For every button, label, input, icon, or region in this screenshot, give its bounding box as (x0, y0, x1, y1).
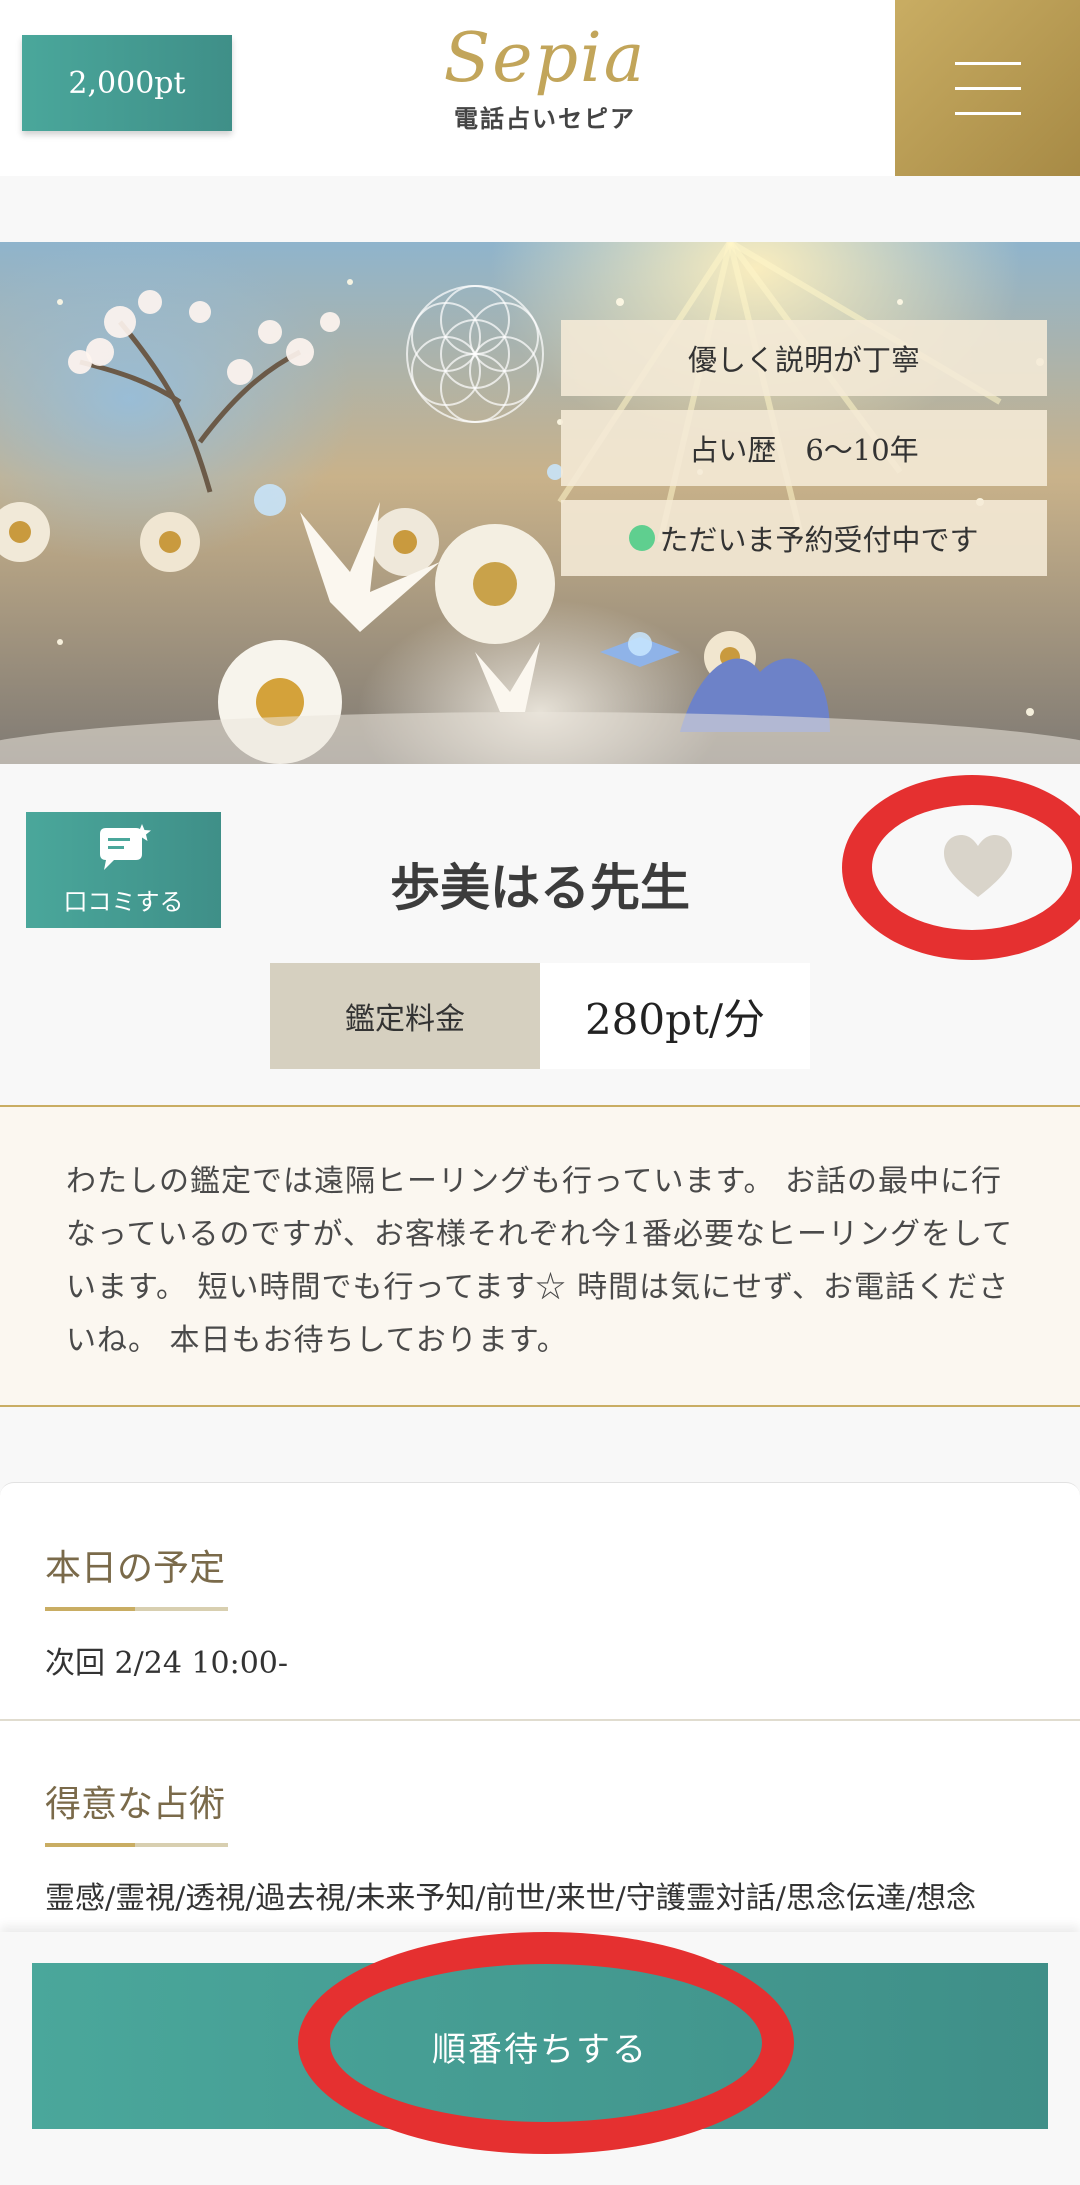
fee-label: 鑑定料金 (270, 963, 540, 1069)
status-text: ただいま予約受付中です (659, 523, 979, 557)
favorite-button[interactable] (842, 775, 1080, 960)
skills-underline (45, 1843, 228, 1847)
header: 2,000pt Sepia 電話占いセピア (0, 0, 1080, 176)
hero-image: 優しく説明が丁寧 占い歴 6〜10年 ただいま予約受付中です (0, 242, 1080, 764)
intro-text: わたしの鑑定では遠隔ヒーリングも行っています。 お話の最中に行なっているのですが… (0, 1105, 1080, 1407)
schedule-underline (45, 1607, 228, 1611)
skills-text: 霊感/霊視/透視/過去視/未来予知/前世/来世/守護霊対話/思念伝達/想念 (45, 1881, 976, 1916)
hero-tag-experience: 占い歴 6〜10年 (561, 410, 1047, 486)
review-button[interactable]: 口コミする (26, 812, 221, 928)
section-divider (0, 1719, 1080, 1721)
status-dot-icon (629, 525, 656, 551)
bottom-action-bar: 順番待ちする (0, 1932, 1080, 2185)
info-card: 本日の予定 次回 2/24 10:00- 得意な占術 霊感/霊視/透視/過去視/… (0, 1482, 1080, 2002)
logo[interactable]: Sepia 電話占いセピア (440, 14, 650, 154)
menu-line-icon (954, 111, 1021, 115)
teacher-name: 歩美はる先生 (390, 858, 690, 917)
heart-icon[interactable] (942, 833, 1014, 899)
fee-value: 280pt/分 (540, 963, 810, 1069)
fee-box: 鑑定料金 280pt/分 (270, 963, 810, 1069)
schedule-next: 次回 2/24 10:00- (45, 1646, 289, 1681)
page: 2,000pt Sepia 電話占いセピア 優しく説明が丁寧 占い歴 6〜10年… (0, 0, 1080, 2185)
menu-line-icon (954, 86, 1021, 90)
points-balance-button[interactable]: 2,000pt (22, 35, 232, 131)
comment-star-icon (100, 824, 151, 870)
menu-line-icon (954, 61, 1021, 65)
logo-script: Sepia (443, 19, 647, 98)
skills-title: 得意な占術 (45, 1784, 226, 1825)
hamburger-menu-button[interactable] (895, 0, 1080, 176)
review-button-label: 口コミする (63, 888, 184, 916)
queue-button[interactable]: 順番待ちする (32, 1963, 1048, 2129)
hero-tag-style: 優しく説明が丁寧 (561, 320, 1047, 396)
hero-tag-status: ただいま予約受付中です (561, 500, 1047, 576)
schedule-title: 本日の予定 (45, 1548, 226, 1589)
logo-subtitle: 電話占いセピア (454, 104, 636, 133)
